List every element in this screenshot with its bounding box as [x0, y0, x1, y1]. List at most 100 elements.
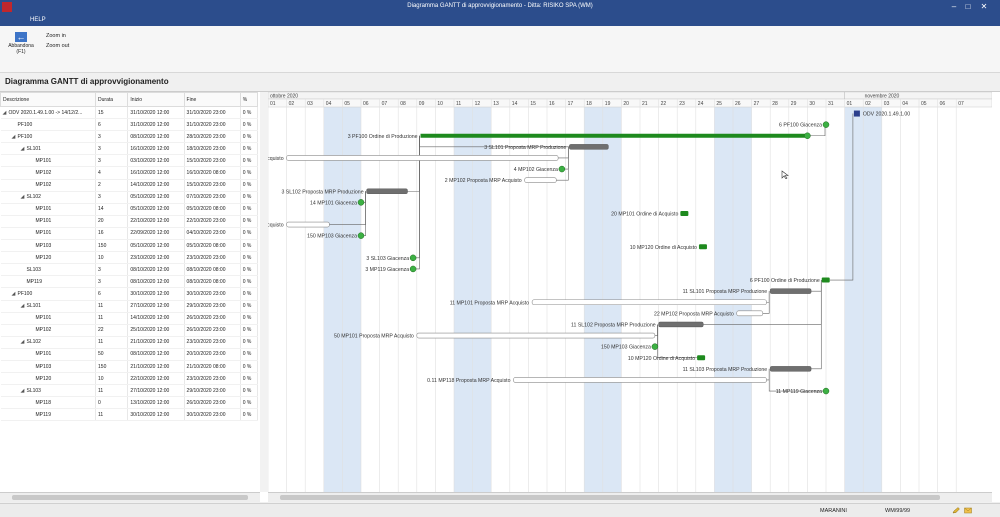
grid-horizontal-scrollbar[interactable]	[0, 492, 260, 502]
task-bar[interactable]	[417, 333, 655, 338]
column-header-end[interactable]: Fine	[184, 93, 240, 107]
table-row[interactable]: MP1022225/10/2020 12:0026/10/2020 23:000…	[1, 324, 258, 336]
table-cell-desc: SL103	[1, 264, 96, 276]
day-label: 07	[382, 101, 388, 107]
column-header-duration[interactable]: Durata	[96, 93, 128, 107]
summary-marker[interactable]	[854, 111, 860, 117]
pencil-icon[interactable]	[952, 507, 960, 514]
table-cell-pct: 0 %	[240, 131, 257, 143]
day-label: 02	[289, 101, 295, 107]
day-label: 22	[661, 101, 667, 107]
milestone-marker[interactable]	[358, 199, 364, 205]
milestone-marker[interactable]	[410, 266, 416, 272]
day-label: 05	[344, 101, 350, 107]
row-description: MP101	[36, 158, 52, 164]
table-row[interactable]: MP1011405/10/2020 12:0005/10/2020 08:000…	[1, 203, 258, 215]
column-header-percent[interactable]: %	[240, 93, 257, 107]
task-label: 16 MP101 Proposta MRP Acquisto	[268, 223, 284, 229]
exit-button[interactable]: ← Abbandona (F1)	[4, 30, 38, 68]
table-row[interactable]: MP1011114/10/2020 12:0026/10/2020 23:000…	[1, 312, 258, 324]
task-bar[interactable]	[680, 211, 688, 216]
table-row[interactable]: ◢SL1011127/10/2020 12:0029/10/2020 23:00…	[1, 300, 258, 312]
table-row[interactable]: MP101303/10/2020 12:0015/10/2020 23:000 …	[1, 155, 258, 167]
task-end-marker[interactable]	[804, 133, 810, 139]
column-header-description[interactable]: Descrizione	[1, 93, 96, 107]
task-bar[interactable]	[421, 134, 808, 138]
day-label: 01	[847, 101, 853, 107]
table-row[interactable]: MP1011622/09/2020 12:0004/10/2020 23:000…	[1, 227, 258, 239]
table-row[interactable]: MP119308/10/2020 12:0008/10/2020 08:000 …	[1, 276, 258, 288]
zoom-out-button[interactable]: Zoom out	[46, 43, 69, 49]
task-label: 3 SL101 Proposta MRP Produzione	[484, 145, 566, 151]
table-row[interactable]: ◢SL102305/10/2020 12:0007/10/2020 23:000…	[1, 191, 258, 203]
row-description: SL102	[27, 194, 41, 200]
task-bar[interactable]	[287, 155, 559, 160]
task-bar[interactable]	[770, 289, 811, 294]
table-cell-start: 22/10/2020 12:00	[128, 373, 184, 385]
gantt-scroll-thumb[interactable]	[280, 495, 940, 500]
milestone-marker[interactable]	[358, 233, 364, 239]
table-row[interactable]: PF100631/10/2020 12:0031/10/2020 23:000 …	[1, 119, 258, 131]
task-bar[interactable]	[699, 244, 707, 249]
row-description: MP103	[36, 243, 52, 249]
gantt-horizontal-scrollbar[interactable]	[268, 492, 992, 502]
milestone-marker[interactable]	[410, 255, 416, 261]
table-row[interactable]: ◢SL101316/10/2020 12:0018/10/2020 23:000…	[1, 143, 258, 155]
table-row[interactable]: SL103308/10/2020 12:0008/10/2020 08:000 …	[1, 264, 258, 276]
milestone-marker[interactable]	[823, 122, 829, 128]
table-cell-start: 14/10/2020 12:00	[128, 179, 184, 191]
table-cell-start: 08/10/2020 12:00	[128, 348, 184, 360]
table-row[interactable]: ◢ODV 2020.1.49.1.00 -> 14/12/2...1531/10…	[1, 107, 258, 119]
close-icon[interactable]: ✕	[978, 2, 990, 12]
table-row[interactable]: MP1201022/10/2020 12:0023/10/2020 23:000…	[1, 373, 258, 385]
milestone-marker[interactable]	[823, 388, 829, 394]
table-row[interactable]: MP118013/10/2020 12:0026/10/2020 23:000 …	[1, 397, 258, 409]
task-bar[interactable]	[822, 278, 830, 283]
table-cell-end: 30/10/2020 23:00	[184, 409, 240, 421]
task-bar[interactable]	[514, 377, 767, 382]
table-row[interactable]: ◢SL1021121/10/2020 12:0023/10/2020 23:00…	[1, 336, 258, 348]
mail-icon[interactable]	[964, 507, 972, 514]
task-bar[interactable]	[697, 355, 705, 360]
grid-scroll-thumb[interactable]	[12, 495, 248, 500]
task-bar[interactable]	[569, 144, 608, 149]
zoom-in-button[interactable]: Zoom in	[46, 33, 66, 39]
table-row[interactable]: MP1012022/10/2020 12:0022/10/2020 23:000…	[1, 215, 258, 227]
maximize-icon[interactable]: □	[962, 2, 974, 12]
task-label: 150 MP103 Giacenza	[307, 234, 357, 240]
table-row[interactable]: ◢PF100630/10/2020 12:0030/10/2020 23:000…	[1, 288, 258, 300]
task-bar[interactable]	[532, 300, 766, 305]
milestone-marker[interactable]	[652, 344, 658, 350]
task-bar[interactable]	[659, 322, 704, 327]
row-description: MP102	[36, 327, 52, 333]
table-row[interactable]: ◢SL1031127/10/2020 12:0029/10/2020 23:00…	[1, 385, 258, 397]
minimize-icon[interactable]: –	[948, 2, 960, 12]
row-description: MP101	[36, 230, 52, 236]
table-cell-desc: MP118	[1, 397, 96, 409]
menu-help[interactable]: HELP	[30, 17, 46, 23]
table-row[interactable]: ◢PF100308/10/2020 12:0028/10/2020 23:000…	[1, 131, 258, 143]
day-label: 12	[475, 101, 481, 107]
table-row[interactable]: MP10315021/10/2020 12:0021/10/2020 08:00…	[1, 360, 258, 372]
table-cell-start: 27/10/2020 12:00	[128, 300, 184, 312]
task-bar[interactable]	[367, 189, 408, 194]
weekend-column	[603, 92, 622, 492]
task-bar[interactable]	[737, 311, 763, 316]
table-row[interactable]: MP102416/10/2020 12:0016/10/2020 08:000 …	[1, 167, 258, 179]
task-label: 3 SL103 Giacenza	[366, 256, 409, 262]
table-row[interactable]: MP1201023/10/2020 12:0023/10/2020 23:000…	[1, 252, 258, 264]
weekend-column	[454, 92, 473, 492]
dependency-link	[658, 324, 706, 357]
table-cell-start: 03/10/2020 12:00	[128, 155, 184, 167]
task-bar[interactable]	[287, 222, 330, 227]
table-row[interactable]: MP1191130/10/2020 12:0030/10/2020 23:000…	[1, 409, 258, 421]
table-row[interactable]: MP10315005/10/2020 12:0005/10/2020 08:00…	[1, 240, 258, 252]
task-bar[interactable]	[770, 366, 811, 371]
table-row[interactable]: MP102214/10/2020 12:0015/10/2020 23:000 …	[1, 179, 258, 191]
column-header-start[interactable]: Inizio	[128, 93, 184, 107]
milestone-marker[interactable]	[559, 166, 565, 172]
table-cell-end: 18/10/2020 23:00	[184, 143, 240, 155]
task-bar[interactable]	[525, 178, 557, 183]
table-cell-end: 23/10/2020 23:00	[184, 373, 240, 385]
table-row[interactable]: MP1015008/10/2020 12:0020/10/2020 23:000…	[1, 348, 258, 360]
